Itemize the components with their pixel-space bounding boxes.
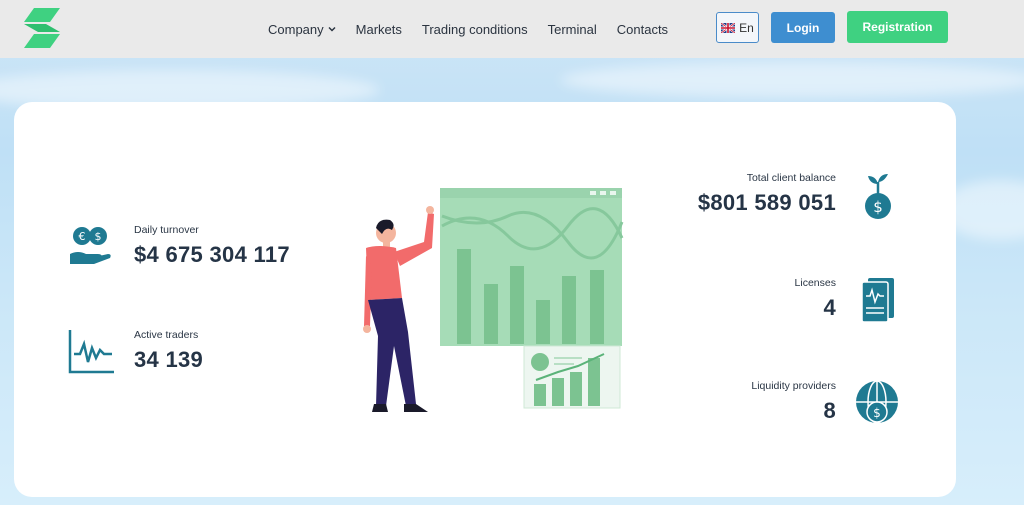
svg-text:€: €: [79, 230, 86, 243]
analytics-illustration: [363, 188, 624, 412]
nav-company[interactable]: Company: [268, 22, 336, 37]
daily-turnover-stat: Daily turnover $4 675 304 117: [134, 224, 290, 268]
liquidity-providers-value: 8: [823, 398, 836, 423]
daily-turnover-value: $4 675 304 117: [134, 242, 290, 267]
chart-line-icon: [68, 330, 114, 374]
currency-hand-icon: € $: [70, 227, 111, 264]
top-header: Company Markets Trading conditions Termi…: [0, 0, 1024, 58]
daily-turnover-label: Daily turnover: [134, 224, 199, 236]
language-selector[interactable]: En: [716, 12, 759, 43]
active-traders-value: 34 139: [134, 347, 204, 372]
nav-company-label: Company: [268, 21, 324, 37]
nav-markets[interactable]: Markets: [356, 22, 402, 37]
uk-flag-icon: [721, 22, 736, 33]
liquidity-providers-label: Liquidity providers: [751, 380, 836, 392]
main-nav: Company Markets Trading conditions Termi…: [268, 0, 688, 58]
active-traders-stat: Active traders 34 139: [134, 329, 203, 373]
registration-button[interactable]: Registration: [847, 11, 948, 43]
chevron-down-icon: [328, 26, 336, 32]
nav-trading-conditions[interactable]: Trading conditions: [422, 22, 528, 37]
total-client-balance-label: Total client balance: [746, 172, 836, 184]
document-license-icon: [861, 278, 894, 323]
logo-icon[interactable]: [20, 8, 64, 48]
licenses-label: Licenses: [794, 277, 836, 289]
svg-text:$: $: [95, 230, 102, 243]
licenses-value: 4: [823, 295, 836, 320]
nav-terminal[interactable]: Terminal: [548, 22, 597, 37]
money-plant-icon: $: [865, 174, 891, 219]
globe-dollar-icon: $: [856, 380, 898, 424]
total-client-balance-value: $801 589 051: [697, 190, 836, 215]
login-button[interactable]: Login: [771, 12, 835, 43]
nav-contacts[interactable]: Contacts: [617, 22, 668, 37]
licenses-stat: Licenses 4: [795, 277, 836, 321]
language-label: En: [739, 20, 754, 35]
active-traders-label: Active traders: [134, 329, 199, 341]
liquidity-providers-stat: Liquidity providers 8: [751, 380, 836, 424]
total-client-balance-stat: Total client balance $801 589 051: [698, 172, 836, 216]
svg-text:$: $: [873, 406, 881, 420]
svg-text:$: $: [873, 198, 883, 216]
